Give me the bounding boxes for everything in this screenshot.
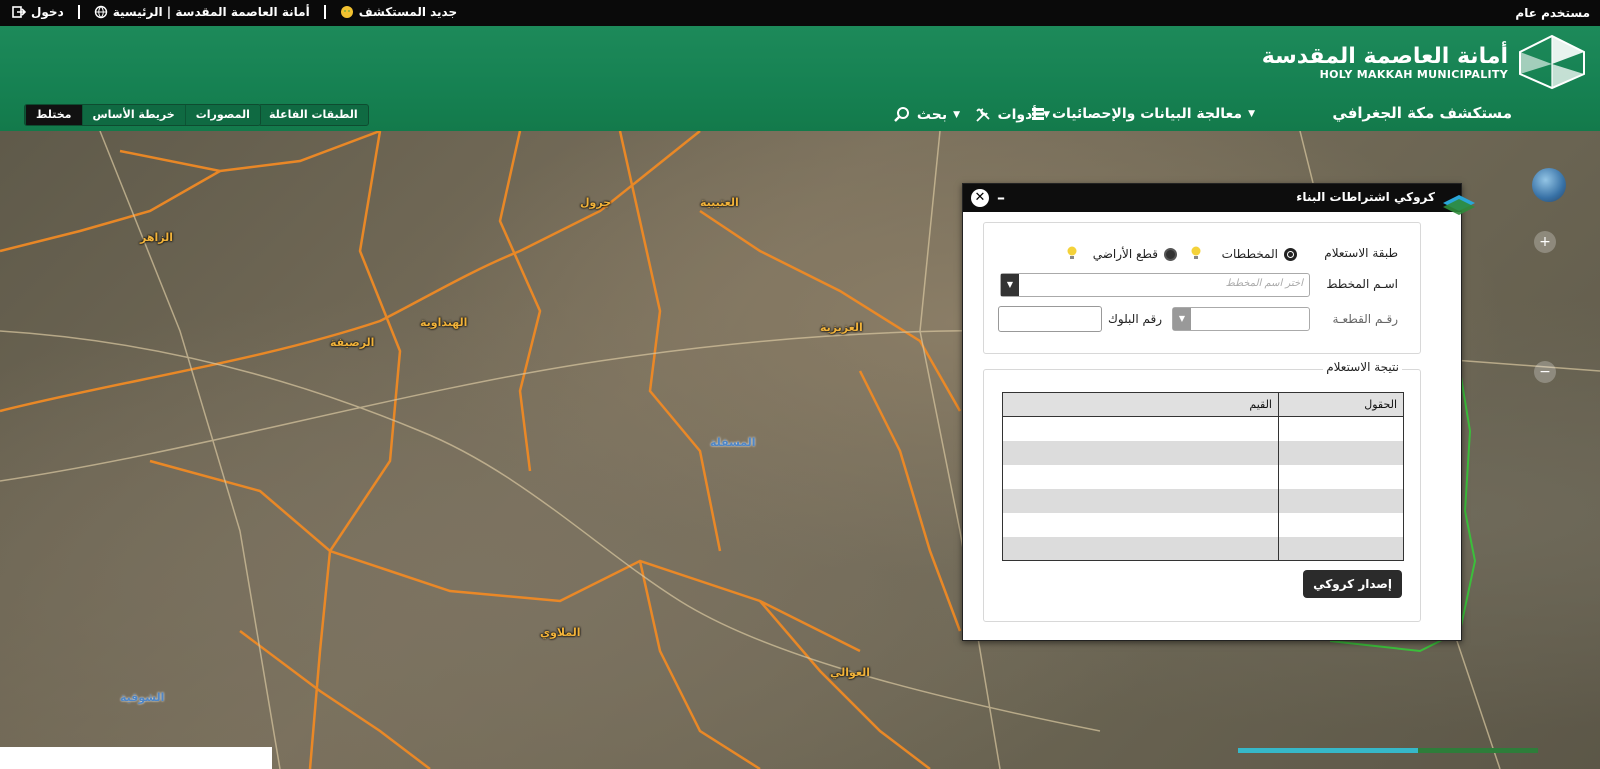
result-table: القيم الحقول — [1002, 392, 1404, 561]
building-requirements-dialog: كروكي اشتراطات البناء ✕ – طبقة الاستعلام… — [962, 183, 1475, 641]
district-label: الملاوي — [540, 626, 581, 639]
district-label: الزاهر — [140, 231, 173, 244]
basemap-imagery[interactable]: المصورات — [184, 105, 260, 125]
dialog-header: كروكي اشتراطات البناء ✕ – — [963, 184, 1475, 215]
separator — [323, 5, 326, 19]
separator — [77, 5, 80, 19]
municipality-logo — [1519, 34, 1585, 90]
top-bar: مستخدم عام دخول أمانة العاصمة المقدسة | … — [0, 0, 1600, 26]
close-icon[interactable]: ✕ — [971, 189, 989, 207]
district-label: العوالي — [830, 666, 871, 679]
current-user: مستخدم عام — [1515, 6, 1590, 20]
whats-new-link[interactable]: جديد المستكشف — [340, 5, 457, 19]
active-layers-button[interactable]: الطبقات الفاعلة — [258, 104, 369, 126]
district-label: جرول — [580, 196, 612, 209]
table-row — [1002, 416, 1404, 441]
zoom-out-icon[interactable]: − — [1534, 361, 1556, 383]
block-no-input[interactable] — [998, 306, 1102, 332]
overview-globe-icon[interactable] — [1532, 168, 1566, 202]
table-row — [1002, 464, 1404, 489]
option-parcels-label: قطع الأراضي — [1092, 247, 1158, 261]
parcel-no-select[interactable]: ▼ — [1172, 307, 1310, 331]
plan-name-label: اسـم المخطط — [1326, 277, 1398, 291]
plan-name-select[interactable]: ▼ اختر اسم المخطط — [1000, 273, 1310, 297]
table-row — [1002, 488, 1404, 513]
zoom-in-icon[interactable]: + — [1534, 231, 1556, 253]
dialog-title: كروكي اشتراطات البناء — [1296, 190, 1435, 204]
basemap-switcher: مختلط خريطة الأساس المصورات — [24, 104, 261, 126]
basemap-base[interactable]: خريطة الأساس — [81, 105, 185, 125]
district-label: العزيزية — [820, 321, 863, 334]
menu-search[interactable]: بحث ▼ — [893, 106, 960, 124]
app-title: مستكشف مكة الجغرافي — [1332, 104, 1512, 122]
query-panel: طبقة الاستعلام المخططات قطع الأراضي اسـم… — [983, 222, 1421, 354]
result-legend: نتيجة الاستعلام — [1323, 360, 1402, 374]
app-header: أمانة العاصمة المقدسة HOLY MAKKAH MUNICI… — [0, 26, 1600, 131]
query-layer-label: طبقة الاستعلام — [1324, 246, 1398, 260]
issue-sketch-button[interactable]: إصدار كروكي — [1303, 570, 1402, 598]
chevron-down-icon: ▼ — [1043, 110, 1050, 120]
district-label: الرصيفة — [330, 336, 375, 349]
result-panel: نتيجة الاستعلام القيم الحقول إصدار كروكي — [983, 360, 1421, 622]
column-fields: الحقول — [1278, 392, 1404, 417]
brand-english: HOLY MAKKAH MUNICIPALITY — [1319, 68, 1508, 81]
chevron-down-icon: ▼ — [1248, 109, 1255, 119]
column-values: القيم — [1002, 392, 1279, 417]
radio-parcels[interactable] — [1164, 248, 1177, 261]
chevron-down-icon[interactable]: ▼ — [1173, 308, 1191, 330]
minimize-icon[interactable]: – — [997, 188, 1005, 207]
brand-arabic: أمانة العاصمة المقدسة — [1261, 44, 1508, 69]
lightbulb-icon[interactable] — [1190, 245, 1202, 261]
chevron-down-icon[interactable]: ▼ — [1001, 274, 1019, 296]
login-link[interactable]: دخول — [12, 5, 64, 19]
tools-icon — [975, 108, 990, 122]
district-label: العتيبية — [700, 196, 739, 209]
chevron-down-icon: ▼ — [953, 110, 960, 120]
table-row — [1002, 512, 1404, 537]
progress-strip — [1238, 748, 1538, 753]
district-label: الشوقية — [120, 691, 165, 704]
option-plans-label: المخططات — [1221, 247, 1278, 261]
district-label: المسفلة — [710, 436, 756, 449]
basemap-hybrid[interactable]: مختلط — [25, 105, 82, 125]
search-icon — [894, 107, 909, 122]
district-label: الهنداوية — [420, 316, 468, 329]
globe-icon — [94, 5, 107, 19]
block-no-label: رقم البلوك — [1107, 312, 1162, 326]
home-link[interactable]: أمانة العاصمة المقدسة | الرئيسية — [94, 5, 310, 19]
table-row — [1002, 536, 1404, 561]
dialog-map-icon — [1443, 195, 1475, 215]
zoom-slider[interactable]: + − — [1534, 231, 1556, 681]
smiley-icon — [340, 6, 353, 18]
plan-name-placeholder: اختر اسم المخطط — [1225, 278, 1303, 289]
login-icon — [12, 6, 26, 18]
top-links: دخول أمانة العاصمة المقدسة | الرئيسية جد… — [12, 5, 457, 19]
radio-plans[interactable] — [1284, 248, 1297, 261]
parcel-no-label: رقـم القطعـة — [1332, 312, 1399, 326]
lightbulb-icon[interactable] — [1066, 245, 1078, 261]
table-row — [1002, 440, 1404, 465]
scale-bar — [0, 747, 272, 769]
menu-tools[interactable]: أدوات ▼ — [974, 106, 1050, 124]
menu-data-processing[interactable]: معالجة البيانات والإحصائيات ▼ — [1030, 106, 1255, 122]
